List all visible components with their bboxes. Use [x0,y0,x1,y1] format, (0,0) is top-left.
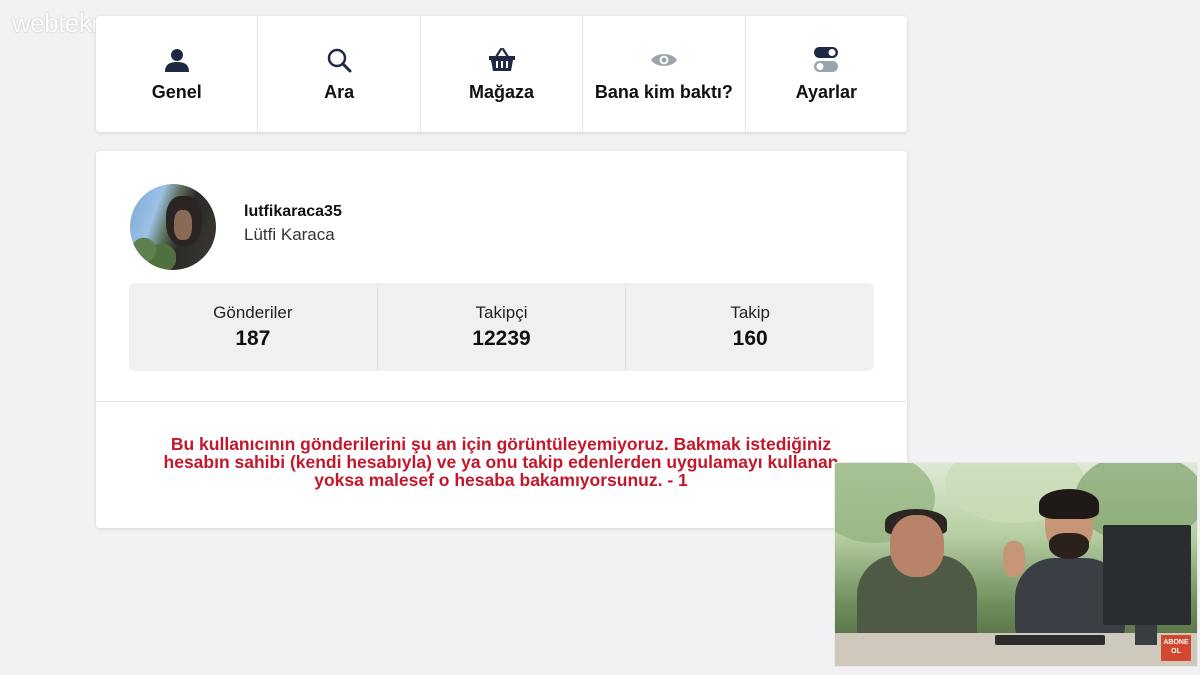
toggle-icon [812,46,840,74]
nav-label-magaza: Mağaza [469,81,535,102]
private-account-notice: Bu kullanıcının gönderilerini şu an için… [163,434,839,490]
eye-icon [650,46,678,74]
nav-item-ara[interactable]: Ara [258,16,421,132]
stat-following[interactable]: Takip 160 [626,283,874,371]
stat-value: 160 [732,327,768,350]
nav-label-ayarlar: Ayarlar [795,81,858,102]
avatar[interactable] [130,184,216,270]
divider [96,401,907,402]
top-navigation: Genel Ara Mağaza Bana kim baktı? Ayarlar [96,16,907,132]
stat-value: 187 [235,327,271,350]
stat-label: Takipçi [475,303,528,322]
subscribe-badge[interactable]: ABONE OL [1161,635,1191,661]
nav-label-ara: Ara [324,81,355,102]
stat-value: 12239 [472,327,531,350]
profile-username: lutfikaraca35 [244,203,342,220]
profile-card: lutfikaraca35 Lütfi Karaca Gönderiler 18… [96,151,907,528]
nav-item-magaza[interactable]: Mağaza [421,16,584,132]
stat-posts[interactable]: Gönderiler 187 [129,283,378,371]
search-icon [325,46,353,74]
nav-label-genel: Genel [151,81,202,102]
nav-item-bana-kim-bakti[interactable]: Bana kim baktı? [583,16,746,132]
stat-followers[interactable]: Takipçi 12239 [378,283,627,371]
profile-stats: Gönderiler 187 Takipçi 12239 Takip 160 [129,283,874,371]
profile-full-name: Lütfi Karaca [244,225,335,244]
nav-label-bana-kim-bakti: Bana kim baktı? [594,81,733,102]
stat-label: Takip [730,303,771,322]
nav-item-ayarlar[interactable]: Ayarlar [746,16,907,132]
basket-icon [488,46,516,74]
nav-item-genel[interactable]: Genel [96,16,259,132]
stat-label: Gönderiler [213,303,293,322]
video-overlay: ABONE OL [834,462,1198,667]
user-icon [163,46,191,74]
